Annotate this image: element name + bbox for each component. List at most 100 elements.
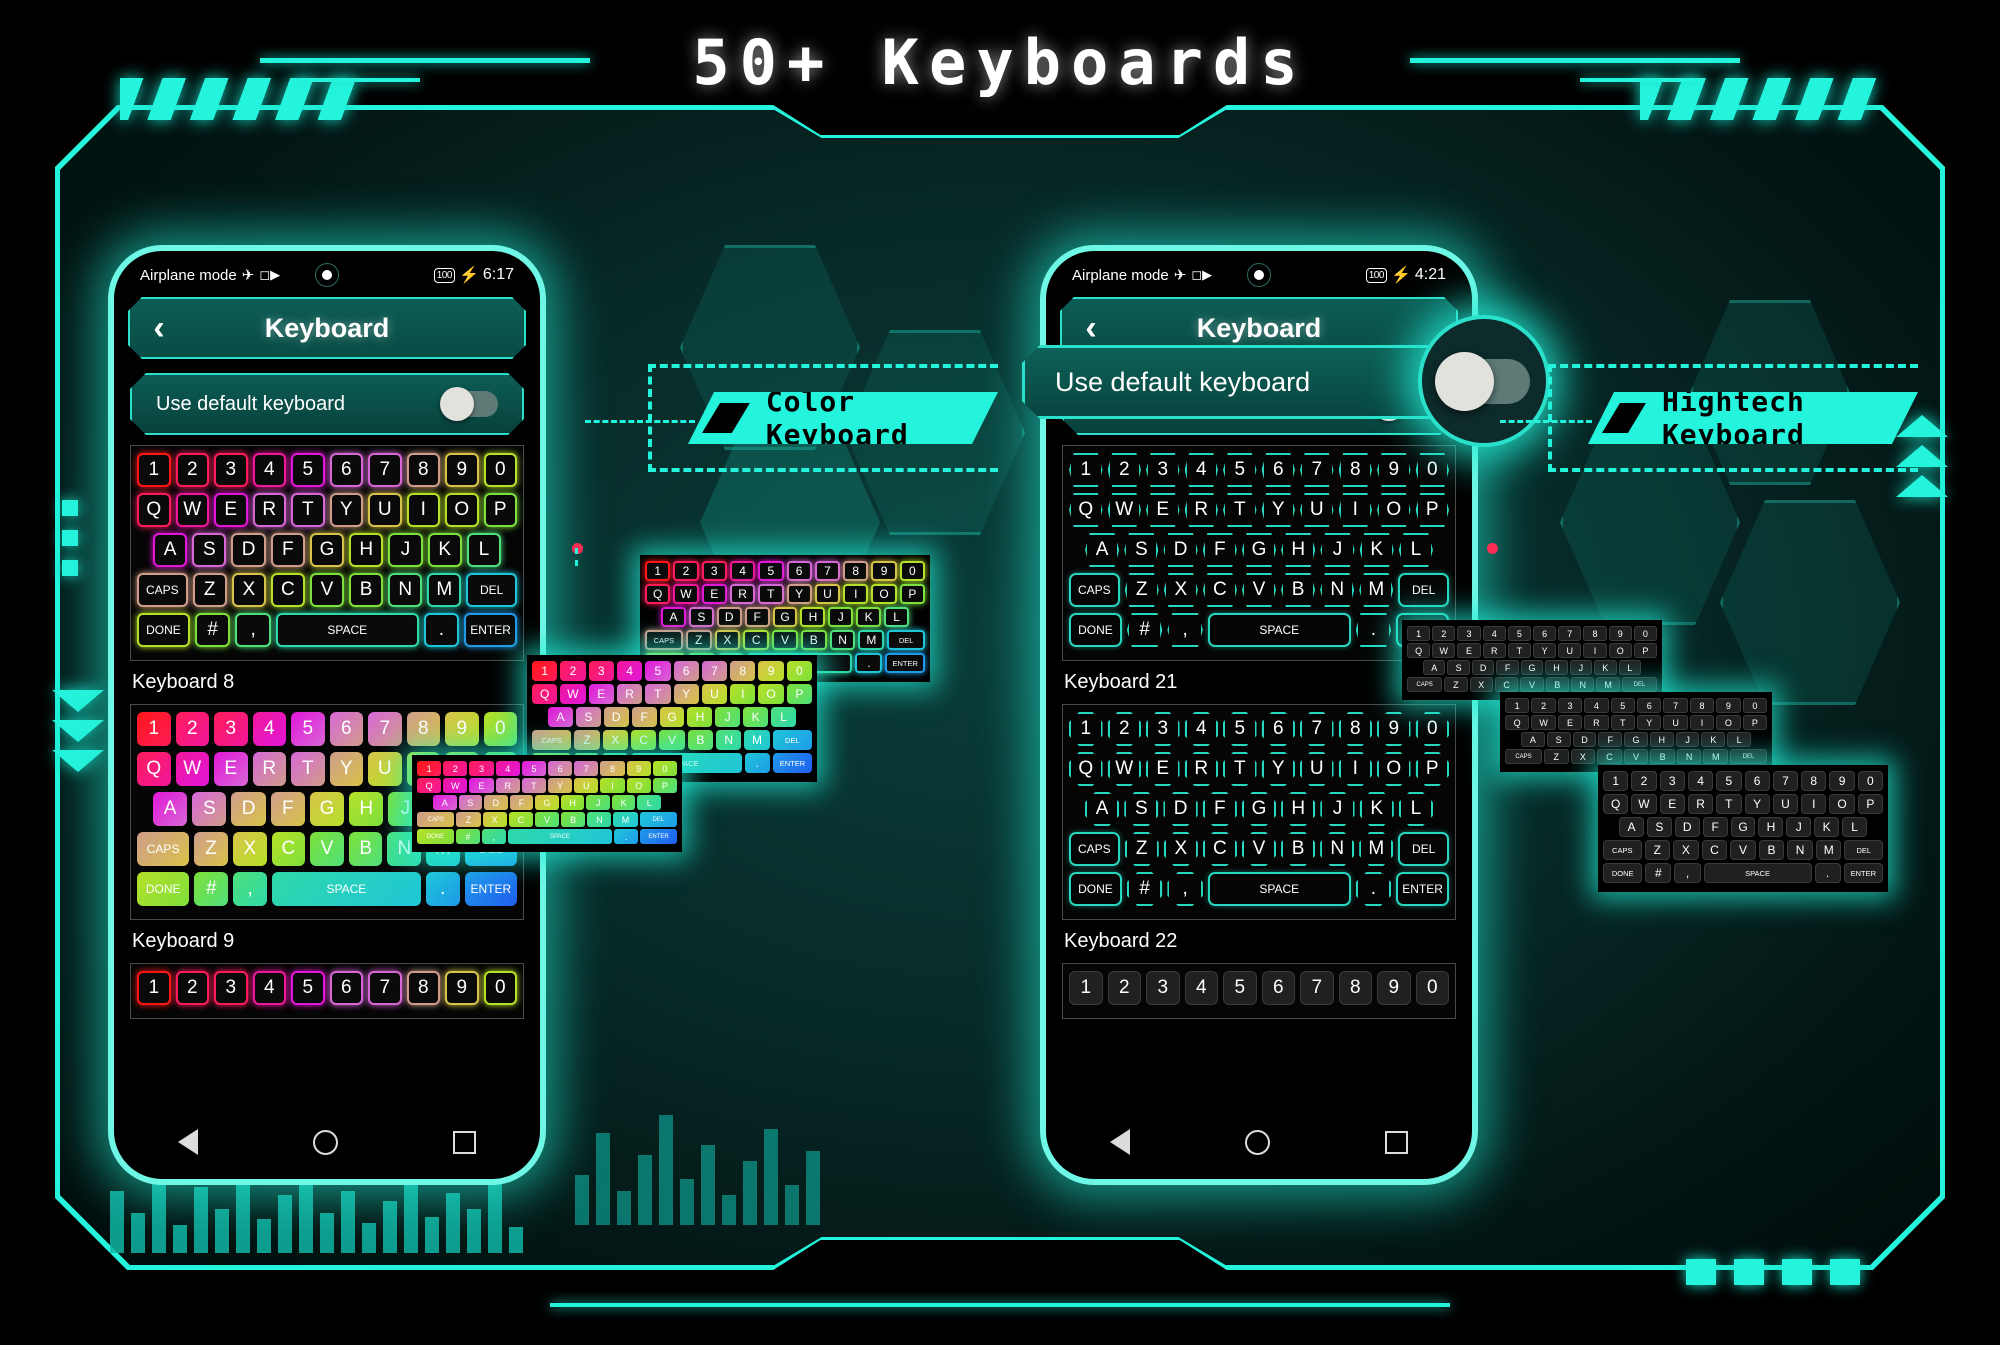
key-0[interactable]: 0 bbox=[899, 561, 925, 581]
key-r[interactable]: R bbox=[1184, 752, 1218, 786]
key-7[interactable]: 7 bbox=[368, 453, 402, 487]
key-9[interactable]: 9 bbox=[1377, 453, 1411, 487]
key-x[interactable]: X bbox=[482, 812, 507, 827]
key-1[interactable]: 1 bbox=[416, 761, 442, 776]
key-4[interactable]: 4 bbox=[1584, 698, 1609, 713]
key-s[interactable]: S bbox=[192, 792, 227, 826]
key-e[interactable]: E bbox=[1146, 752, 1180, 786]
key-b[interactable]: B bbox=[561, 812, 586, 827]
keyboard-preview-8[interactable]: 1 2 3 4 5 6 7 8 9 0 Q W E R T Y U I O P A S D F G H J K L CAPS Z X C V B N M… bbox=[130, 445, 524, 661]
key-x[interactable]: X bbox=[602, 730, 628, 750]
key-f[interactable]: F bbox=[270, 792, 305, 826]
key-2[interactable]: 2 bbox=[175, 453, 209, 487]
key-5[interactable]: 5 bbox=[1223, 971, 1257, 1005]
key-e[interactable]: E bbox=[701, 584, 727, 604]
key-k[interactable]: K bbox=[1594, 660, 1617, 675]
key-f[interactable]: F bbox=[509, 795, 534, 810]
key-a[interactable]: A bbox=[1085, 792, 1120, 826]
key-g[interactable]: G bbox=[1241, 792, 1277, 826]
key-0[interactable]: 0 bbox=[483, 712, 517, 746]
key-del[interactable]: DEL bbox=[639, 812, 677, 827]
key-z[interactable]: Z bbox=[685, 630, 712, 650]
key-k[interactable]: K bbox=[1701, 732, 1726, 747]
key-1[interactable]: 1 bbox=[137, 453, 171, 487]
key-3[interactable]: 3 bbox=[1146, 971, 1180, 1005]
key-#[interactable]: # bbox=[194, 872, 229, 906]
key-8[interactable]: 8 bbox=[1801, 771, 1827, 791]
key-q[interactable]: Q bbox=[137, 752, 171, 786]
key-7[interactable]: 7 bbox=[1300, 712, 1334, 746]
key-u[interactable]: U bbox=[701, 684, 728, 704]
key-1[interactable]: 1 bbox=[1504, 698, 1530, 713]
key-v[interactable]: V bbox=[534, 812, 560, 827]
key-g[interactable]: G bbox=[309, 792, 345, 826]
key-.[interactable]: . bbox=[423, 613, 460, 647]
key-d[interactable]: D bbox=[231, 792, 266, 826]
keyboard-preview-partial-left[interactable]: 1234567890 bbox=[130, 963, 524, 1019]
key-5[interactable]: 5 bbox=[758, 561, 784, 581]
key-k[interactable]: K bbox=[1814, 817, 1840, 837]
key-7[interactable]: 7 bbox=[1300, 971, 1334, 1005]
key-d[interactable]: D bbox=[716, 607, 742, 627]
key-w[interactable]: W bbox=[1432, 643, 1456, 658]
key-l[interactable]: L bbox=[637, 795, 662, 810]
key-2[interactable]: 2 bbox=[175, 971, 209, 1005]
key-s[interactable]: S bbox=[458, 795, 483, 810]
floating-keyboard-5[interactable]: 1 2 3 4 5 6 7 8 9 0 Q W E R T Y U I O P A S D F G H J K L CAPS Z X C V B N M… bbox=[1500, 692, 1772, 772]
key-p[interactable]: P bbox=[1633, 643, 1658, 658]
key-h[interactable]: H bbox=[1758, 817, 1784, 837]
key-j[interactable]: J bbox=[586, 795, 610, 810]
key-done[interactable]: DONE bbox=[137, 613, 190, 647]
key-l[interactable]: L bbox=[466, 533, 501, 567]
key-g[interactable]: G bbox=[535, 795, 559, 810]
key-n[interactable]: N bbox=[716, 730, 742, 750]
key-z[interactable]: Z bbox=[194, 832, 228, 866]
key-w[interactable]: W bbox=[1107, 493, 1141, 527]
nav-back-icon[interactable] bbox=[1109, 1129, 1130, 1155]
key-q[interactable]: Q bbox=[1406, 643, 1431, 658]
key-i[interactable]: I bbox=[1801, 794, 1827, 814]
key-t[interactable]: T bbox=[291, 752, 325, 786]
key-z[interactable]: Z bbox=[1444, 677, 1468, 692]
key-w[interactable]: W bbox=[1107, 752, 1141, 786]
magnified-toggle-highlight[interactable] bbox=[1418, 315, 1550, 447]
key-2[interactable]: 2 bbox=[175, 712, 209, 746]
key-r[interactable]: R bbox=[1687, 794, 1714, 814]
key-b[interactable]: B bbox=[800, 630, 827, 650]
key-n[interactable]: N bbox=[587, 812, 612, 827]
key-f[interactable]: F bbox=[270, 533, 305, 567]
key-o[interactable]: O bbox=[1608, 643, 1632, 658]
key-4[interactable]: 4 bbox=[252, 712, 286, 746]
key-a[interactable]: A bbox=[1423, 660, 1446, 675]
key-1[interactable]: 1 bbox=[1069, 712, 1103, 746]
key-f[interactable]: F bbox=[1496, 660, 1519, 675]
key-l[interactable]: L bbox=[1727, 732, 1752, 747]
key-3[interactable]: 3 bbox=[1457, 626, 1481, 641]
key-5[interactable]: 5 bbox=[1716, 771, 1742, 791]
key-s[interactable]: S bbox=[1124, 533, 1159, 567]
key-g[interactable]: G bbox=[772, 607, 798, 627]
key-del[interactable]: DEL bbox=[1621, 677, 1658, 692]
key-2[interactable]: 2 bbox=[1107, 971, 1141, 1005]
key-,[interactable]: , bbox=[481, 829, 506, 844]
key-5[interactable]: 5 bbox=[291, 712, 325, 746]
key-n[interactable]: N bbox=[1571, 677, 1595, 692]
key-u[interactable]: U bbox=[368, 752, 402, 786]
key-.[interactable]: . bbox=[425, 872, 460, 906]
key-0[interactable]: 0 bbox=[1415, 453, 1449, 487]
floating-keyboard-6[interactable]: 1 2 3 4 5 6 7 8 9 0 Q W E R T Y U I O P A S D F G H J K L CAPS Z X C V B N M… bbox=[1598, 765, 1888, 892]
key-y[interactable]: Y bbox=[786, 584, 812, 604]
key-,[interactable]: , bbox=[1674, 863, 1701, 883]
default-keyboard-toggle[interactable] bbox=[442, 391, 498, 417]
key-u[interactable]: U bbox=[1772, 794, 1799, 814]
key-b[interactable]: B bbox=[1758, 840, 1785, 860]
key-2[interactable]: 2 bbox=[1107, 712, 1141, 746]
key-z[interactable]: Z bbox=[192, 573, 227, 607]
key-del[interactable]: DEL bbox=[772, 730, 812, 750]
key-6[interactable]: 6 bbox=[1261, 453, 1295, 487]
key-caps[interactable]: CAPS bbox=[1069, 573, 1120, 607]
key-e[interactable]: E bbox=[1457, 643, 1481, 658]
key-8[interactable]: 8 bbox=[1338, 712, 1372, 746]
key-q[interactable]: Q bbox=[1504, 715, 1530, 730]
key-,[interactable]: , bbox=[1167, 613, 1203, 647]
